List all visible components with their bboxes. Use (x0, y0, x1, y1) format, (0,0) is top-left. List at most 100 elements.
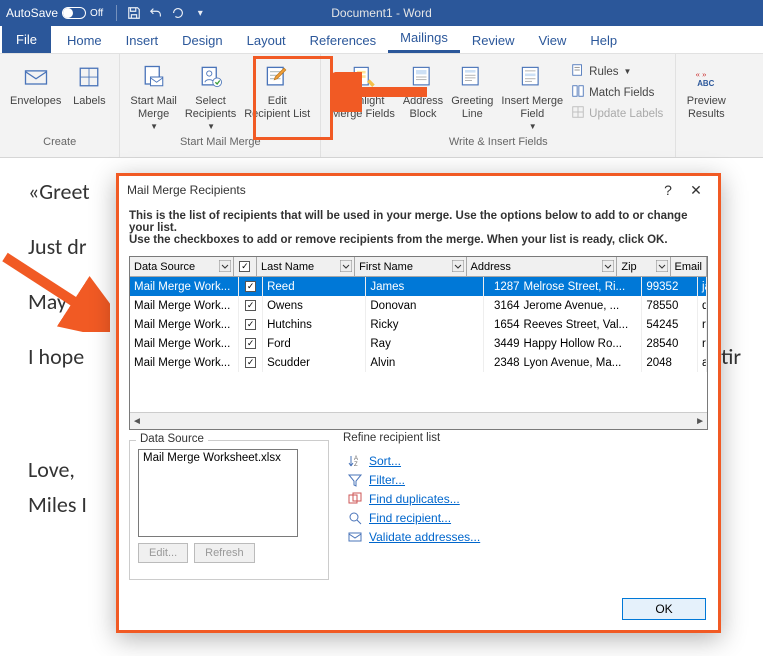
table-row[interactable]: Mail Merge Work...OwensDonovan3164Jerome… (130, 296, 707, 315)
group-write-label: Write & Insert Fields (449, 134, 548, 148)
tab-design[interactable]: Design (170, 27, 234, 53)
dialog-help-button[interactable]: ? (654, 182, 682, 198)
find-duplicates-link[interactable]: Find duplicates... (347, 491, 700, 507)
dialog-titlebar[interactable]: Mail Merge Recipients ? ✕ (119, 176, 718, 204)
autosave-toggle[interactable]: AutoSave Off (6, 6, 103, 20)
validate-addresses-link[interactable]: Validate addresses... (347, 529, 700, 545)
data-source-panel: Data Source Mail Merge Worksheet.xlsx Ed… (129, 440, 329, 580)
svg-text:ABC: ABC (698, 79, 715, 88)
tab-review[interactable]: Review (460, 27, 527, 53)
start-mail-merge-button[interactable]: Start Mail Merge▼ (126, 58, 180, 134)
data-source-list[interactable]: Mail Merge Worksheet.xlsx (138, 449, 298, 537)
greeting-line-label: Greeting Line (451, 95, 493, 120)
select-recipients-button[interactable]: Select Recipients▼ (181, 58, 240, 134)
find-recipient-link[interactable]: Find recipient... (347, 510, 700, 526)
group-start-label: Start Mail Merge (180, 134, 261, 148)
match-fields-button[interactable]: Match Fields (569, 83, 656, 102)
data-source-legend: Data Source (136, 433, 208, 445)
svg-text:Z: Z (354, 462, 358, 468)
tab-insert[interactable]: Insert (114, 27, 171, 53)
match-fields-label: Match Fields (589, 87, 654, 99)
select-recipients-icon (195, 61, 227, 93)
rules-button[interactable]: Rules▼ (569, 62, 633, 81)
col-checkbox[interactable] (234, 257, 257, 276)
col-email[interactable]: Email (671, 257, 708, 276)
envelopes-label: Envelopes (10, 95, 61, 108)
preview-results-icon: « »ABC (690, 61, 722, 93)
tab-file[interactable]: File (2, 26, 51, 53)
row-checkbox[interactable] (245, 357, 256, 368)
tab-layout[interactable]: Layout (235, 27, 298, 53)
tab-view[interactable]: View (526, 27, 578, 53)
preview-results-label: Preview Results (687, 95, 726, 120)
group-create: Envelopes Labels Create (0, 54, 120, 157)
autosave-state: Off (90, 8, 103, 19)
row-checkbox[interactable] (245, 300, 256, 311)
sort-icon: AZ (347, 453, 363, 469)
edit-datasource-button: Edit... (138, 543, 188, 563)
save-icon[interactable] (126, 5, 142, 21)
tab-help[interactable]: Help (578, 27, 629, 53)
table-row[interactable]: Mail Merge Work...HutchinsRicky1654Reeve… (130, 315, 707, 334)
table-row[interactable]: Mail Merge Work...FordRay3449Happy Hollo… (130, 334, 707, 353)
filter-link[interactable]: Filter... (347, 472, 700, 488)
document-title: Document1 - Word (331, 6, 431, 20)
dialog-intro-text: This is the list of recipients that will… (119, 204, 718, 250)
labels-icon (73, 61, 105, 93)
row-checkbox[interactable] (245, 338, 256, 349)
table-row[interactable]: Mail Merge Work...ScudderAlvin2348Lyon A… (130, 353, 707, 372)
grid-scrollbar[interactable]: ◄► (130, 412, 707, 429)
insert-merge-field-button[interactable]: Insert Merge Field▼ (497, 58, 567, 134)
greeting-line-button[interactable]: Greeting Line (447, 58, 497, 123)
autosave-toggle-switch[interactable] (62, 7, 86, 19)
envelope-icon (20, 61, 52, 93)
redo-icon[interactable] (170, 5, 186, 21)
sort-link[interactable]: AZSort... (347, 453, 700, 469)
tab-home[interactable]: Home (55, 27, 114, 53)
col-first-name[interactable]: First Name (355, 257, 466, 276)
row-checkbox[interactable] (245, 281, 256, 292)
tab-references[interactable]: References (298, 27, 388, 53)
svg-text:« »: « » (696, 69, 707, 79)
col-address[interactable]: Address (467, 257, 618, 276)
annotation-highlight-box (253, 56, 333, 140)
filter-icon (347, 472, 363, 488)
update-labels-icon (571, 105, 585, 122)
table-row[interactable]: Mail Merge Work...ReedJames1287Melrose S… (130, 277, 707, 296)
start-mail-merge-icon (138, 61, 170, 93)
insert-merge-field-label: Insert Merge Field (501, 95, 563, 120)
group-preview: « »ABC Preview Results (676, 54, 736, 157)
annotation-arrow-ribbon (332, 72, 432, 112)
match-fields-icon (571, 84, 585, 101)
select-recipients-label: Select Recipients (185, 95, 236, 120)
refine-panel: Refine recipient list AZSort... Filter..… (339, 440, 708, 580)
ok-button[interactable]: OK (622, 598, 706, 620)
rules-label: Rules (589, 66, 618, 78)
undo-icon[interactable] (148, 5, 164, 21)
annotation-arrow-doc (0, 252, 110, 332)
recipients-grid[interactable]: Data Source Last Name First Name Address… (129, 256, 708, 430)
col-zip[interactable]: Zip (617, 257, 670, 276)
duplicates-icon (347, 491, 363, 507)
titlebar: AutoSave Off ▾ Document1 - Word (0, 0, 763, 26)
qat-more-icon[interactable]: ▾ (192, 5, 208, 21)
validate-icon (347, 529, 363, 545)
dialog-title: Mail Merge Recipients (127, 183, 246, 197)
row-checkbox[interactable] (245, 319, 256, 330)
preview-results-button[interactable]: « »ABC Preview Results (682, 58, 730, 123)
tab-mailings[interactable]: Mailings (388, 24, 460, 53)
ribbon-tabs: File Home Insert Design Layout Reference… (0, 26, 763, 54)
labels-label: Labels (73, 95, 105, 108)
update-labels-button: Update Labels (569, 104, 665, 123)
update-labels-label: Update Labels (589, 108, 663, 120)
col-last-name[interactable]: Last Name (257, 257, 355, 276)
col-data-source[interactable]: Data Source (130, 257, 234, 276)
find-recipient-icon (347, 510, 363, 526)
dialog-close-button[interactable]: ✕ (682, 182, 710, 199)
envelopes-button[interactable]: Envelopes (6, 58, 65, 111)
autosave-label: AutoSave (6, 6, 58, 20)
labels-button[interactable]: Labels (65, 58, 113, 111)
group-create-label: Create (43, 134, 76, 148)
greeting-line-icon (456, 61, 488, 93)
refine-legend: Refine recipient list (339, 432, 444, 444)
